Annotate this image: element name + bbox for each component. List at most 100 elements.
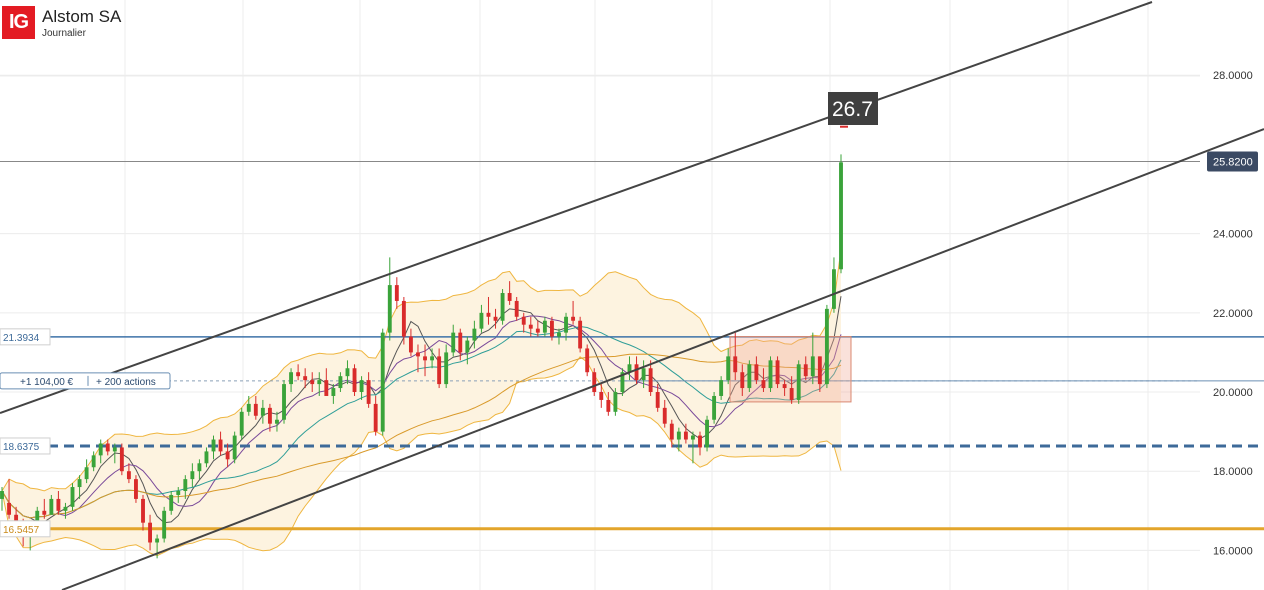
candle-body [84, 467, 89, 480]
candle-body [585, 348, 590, 373]
candle-body [148, 522, 152, 543]
y-tick-label: 22.0000 [1213, 308, 1253, 320]
candle-body [56, 498, 61, 511]
candle-body [768, 360, 773, 389]
candle-body [810, 356, 815, 377]
candle-body [839, 162, 843, 270]
candle-body [7, 502, 11, 515]
candle-body [691, 435, 695, 440]
candle-body [740, 372, 745, 389]
candle-body [119, 447, 124, 472]
candle-body [599, 392, 604, 400]
candle-body [338, 376, 343, 389]
candle-body [218, 439, 223, 452]
level-label: 21.3934 [3, 333, 40, 344]
level-label: 18.6375 [3, 442, 40, 453]
candle-body [42, 510, 47, 515]
y-tick-label: 28.0000 [1213, 70, 1253, 82]
candle-body [437, 356, 442, 385]
candle-body [796, 364, 801, 400]
candle-body [246, 403, 251, 412]
candle-body [712, 395, 717, 420]
candle-body [726, 356, 731, 381]
candle-body [719, 380, 724, 396]
candle-body [98, 443, 103, 456]
candle-body [634, 364, 639, 381]
candle-body [747, 364, 752, 389]
candle-body [63, 506, 68, 511]
candle-body [549, 320, 554, 337]
candle-body [416, 352, 420, 357]
candle-body [754, 364, 759, 381]
candle-body [211, 439, 216, 452]
candle-body [507, 293, 512, 301]
candle-body [352, 368, 357, 393]
candle-body [162, 510, 167, 539]
candle-body [514, 300, 519, 317]
candle-body [698, 435, 702, 448]
candle-body [197, 463, 202, 472]
candle-body [70, 487, 75, 507]
candle-body [260, 407, 265, 416]
candle-body [303, 376, 308, 381]
position-pnl: +1 104,00 € [20, 377, 74, 388]
candle-body [592, 372, 597, 393]
candle-body [253, 403, 258, 416]
target-label: 26.7 [832, 98, 873, 121]
y-tick-label: 18.0000 [1213, 466, 1253, 478]
candle-body [493, 316, 498, 321]
chart-subtitle: Journalier [42, 28, 86, 39]
candle-body [126, 471, 131, 480]
candle-body [761, 380, 766, 389]
candle-body [423, 356, 427, 361]
y-tick-label: 20.0000 [1213, 387, 1253, 399]
candle-body [578, 320, 583, 349]
candle-body [662, 407, 667, 424]
price-chart[interactable]: 21.3934 18.6375 16.5457 +1 104,00 € + 200 ac… [0, 0, 1264, 590]
candle-body [564, 316, 568, 333]
candle-body [183, 479, 188, 492]
candle-body [105, 443, 110, 452]
candle-body [683, 431, 688, 440]
candle-body [112, 447, 117, 452]
last-price-label: 25.8200 [1213, 157, 1253, 169]
candle-body [669, 423, 674, 440]
candle-body [775, 360, 780, 385]
candle-body [408, 336, 413, 353]
candle-body [789, 388, 794, 400]
candle-body [232, 435, 237, 460]
candle-body [465, 340, 470, 353]
candle-body [204, 451, 209, 464]
candle-body [571, 316, 576, 321]
candle-body [91, 455, 96, 468]
candle-body [176, 491, 181, 495]
candle-body [387, 285, 392, 333]
candle-body [289, 372, 294, 385]
candle-body [331, 388, 336, 396]
candle-body [155, 538, 160, 543]
candle-body [472, 328, 477, 341]
candle-body [282, 384, 286, 420]
candle-body [655, 392, 660, 408]
candle-body [641, 368, 646, 381]
candle-body [296, 372, 301, 377]
candle-body [239, 411, 244, 436]
candle-body [134, 479, 138, 499]
candle-body [458, 332, 463, 353]
candle-body [613, 392, 618, 412]
y-tick-label: 16.0000 [1213, 545, 1253, 557]
candle-body [817, 356, 822, 385]
candle-body [648, 368, 653, 393]
candle-body [557, 332, 561, 337]
candle-body [401, 300, 406, 337]
channel-lower [61, 128, 1264, 590]
candle-body [345, 368, 350, 377]
candle-body [733, 356, 738, 373]
candle-body [542, 320, 547, 333]
candle-body [394, 285, 399, 301]
candle-body [324, 380, 329, 396]
candle-body [225, 451, 230, 460]
candle-body [373, 403, 378, 432]
candle-body [535, 328, 540, 333]
candle-body [141, 498, 145, 523]
